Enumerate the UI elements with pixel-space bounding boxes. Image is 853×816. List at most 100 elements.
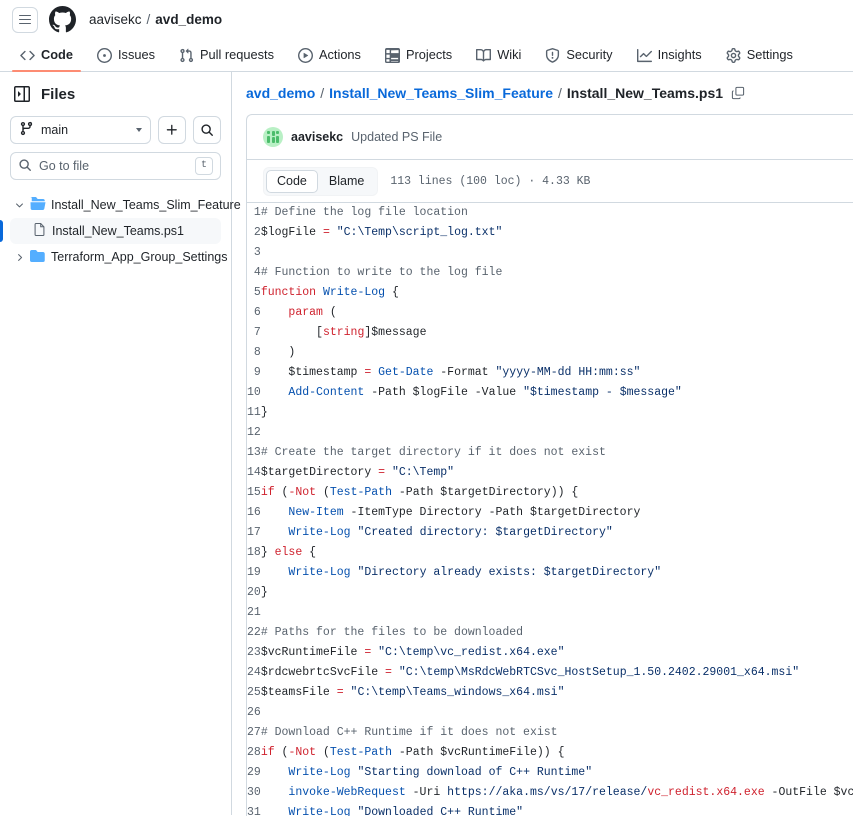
line-content[interactable]: } (261, 583, 853, 603)
line-content[interactable]: } else { (261, 543, 853, 563)
line-number[interactable]: 28 (247, 743, 261, 763)
line-number[interactable]: 29 (247, 763, 261, 783)
tab-actions[interactable]: Actions (290, 48, 369, 71)
line-number[interactable]: 10 (247, 383, 261, 403)
tab-code-view[interactable]: Code (266, 169, 318, 193)
line-number[interactable]: 23 (247, 643, 261, 663)
line-number[interactable]: 9 (247, 363, 261, 383)
line-content[interactable]: Add-Content -Path $logFile -Value "$time… (261, 383, 853, 403)
breadcrumb-folder[interactable]: Install_New_Teams_Slim_Feature (329, 85, 553, 101)
line-number[interactable]: 1 (247, 203, 261, 223)
tab-settings[interactable]: Settings (718, 48, 801, 71)
line-number[interactable]: 27 (247, 723, 261, 743)
code-token: = (322, 226, 337, 239)
line-content[interactable]: # Paths for the files to be downloaded (261, 623, 853, 643)
line-content[interactable]: New-Item -ItemType Directory -Path $targ… (261, 503, 853, 523)
chevron-right-icon[interactable] (14, 252, 25, 263)
tab-issues[interactable]: Issues (89, 48, 163, 71)
line-content[interactable]: # Define the log file location (261, 203, 853, 223)
commit-author[interactable]: aavisekc (291, 130, 343, 144)
tab-projects[interactable]: Projects (377, 48, 460, 71)
line-number[interactable]: 18 (247, 543, 261, 563)
line-number[interactable]: 3 (247, 243, 261, 263)
line-number[interactable]: 20 (247, 583, 261, 603)
line-content[interactable]: # Download C++ Runtime if it does not ex… (261, 723, 853, 743)
line-number[interactable]: 31 (247, 803, 261, 816)
hamburger-menu-icon[interactable] (12, 6, 38, 33)
line-content[interactable]: if (-Not (Test-Path -Path $targetDirecto… (261, 483, 853, 503)
line-content[interactable]: Write-Log "Directory already exists: $ta… (261, 563, 853, 583)
line-number[interactable]: 21 (247, 603, 261, 623)
tab-insights[interactable]: Insights (629, 48, 710, 71)
line-number[interactable]: 4 (247, 263, 261, 283)
line-number[interactable]: 14 (247, 463, 261, 483)
line-content[interactable]: if (-Not (Test-Path -Path $vcRuntimeFile… (261, 743, 853, 763)
go-to-file-input[interactable]: Go to file t (10, 152, 221, 180)
line-content[interactable] (261, 703, 853, 723)
line-number[interactable]: 12 (247, 423, 261, 443)
line-content[interactable]: $rdcwebrtcSvcFile = "C:\temp\MsRdcWebRTC… (261, 663, 853, 683)
line-content[interactable]: function Write-Log { (261, 283, 853, 303)
code-line: 25 $teamsFile = "C:\temp\Teams_windows_x6… (247, 683, 853, 703)
code-token: # Define the log file location (260, 206, 468, 219)
line-content[interactable] (261, 603, 853, 623)
add-file-button[interactable] (158, 116, 186, 144)
line-number[interactable]: 26 (247, 703, 261, 723)
github-mark-icon[interactable] (49, 6, 76, 33)
chevron-down-icon[interactable] (14, 200, 25, 211)
line-content[interactable]: invoke-WebRequest -Uri https://aka.ms/vs… (261, 783, 853, 803)
copy-path-icon[interactable] (731, 86, 745, 100)
tree-file-install-new-teams-ps1[interactable]: Install_New_Teams.ps1 (0, 218, 221, 244)
line-number[interactable]: 2 (247, 223, 261, 243)
sidebar-expand-icon[interactable] (12, 84, 32, 104)
commit-message[interactable]: Updated PS File (351, 130, 442, 144)
line-content[interactable]: param ( (261, 303, 853, 323)
line-content[interactable]: $vcRuntimeFile = "C:\temp\vc_redist.x64.… (261, 643, 853, 663)
tab-blame-view[interactable]: Blame (318, 170, 375, 193)
line-content[interactable]: $targetDirectory = "C:\Temp" (261, 463, 853, 483)
line-content[interactable]: } (261, 403, 853, 423)
breadcrumb-repo[interactable]: avd_demo (246, 85, 315, 101)
line-number[interactable]: 15 (247, 483, 261, 503)
search-repo-button[interactable] (193, 116, 221, 144)
line-content[interactable]: $teamsFile = "C:\temp\Teams_windows_x64.… (261, 683, 853, 703)
line-content[interactable]: [string]$message (261, 323, 853, 343)
tab-wiki[interactable]: Wiki (468, 48, 529, 71)
tree-folder-install-new-teams-slim-feature[interactable]: Install_New_Teams_Slim_Feature (10, 192, 241, 218)
line-number[interactable]: 30 (247, 783, 261, 803)
line-number[interactable]: 25 (247, 683, 261, 703)
graph-icon (636, 48, 652, 63)
line-number[interactable]: 8 (247, 343, 261, 363)
owner-link[interactable]: aavisekc (89, 12, 142, 27)
line-number[interactable]: 13 (247, 443, 261, 463)
tree-folder-terraform-app-group-settings[interactable]: Terraform_App_Group_Settings (10, 244, 227, 270)
line-number[interactable]: 19 (247, 563, 261, 583)
line-content[interactable]: # Create the target directory if it does… (261, 443, 853, 463)
line-content[interactable]: Write-Log "Starting download of C++ Runt… (261, 763, 853, 783)
line-content[interactable]: Write-Log "Downloaded C++ Runtime" (261, 803, 853, 816)
line-content[interactable]: ) (261, 343, 853, 363)
line-number[interactable]: 22 (247, 623, 261, 643)
line-number[interactable]: 6 (247, 303, 261, 323)
branch-selector[interactable]: main (10, 116, 151, 144)
tab-security[interactable]: Security (537, 48, 620, 71)
line-number[interactable]: 17 (247, 523, 261, 543)
line-content[interactable] (261, 243, 853, 263)
line-content[interactable]: # Function to write to the log file (261, 263, 853, 283)
line-content[interactable] (261, 423, 853, 443)
line-content[interactable]: $timestamp = Get-Date -Format "yyyy-MM-d… (261, 363, 853, 383)
line-content[interactable]: $logFile = "C:\Temp\script_log.txt" (261, 223, 853, 243)
line-number[interactable]: 16 (247, 503, 261, 523)
line-content[interactable]: Write-Log "Created directory: $targetDir… (261, 523, 853, 543)
line-number[interactable]: 7 (247, 323, 261, 343)
avatar[interactable] (263, 127, 283, 147)
line-number[interactable]: 5 (247, 283, 261, 303)
tab-code[interactable]: Code (12, 48, 81, 72)
line-number[interactable]: 11 (247, 403, 261, 423)
line-number[interactable]: 24 (247, 663, 261, 683)
repo-link[interactable]: avd_demo (155, 12, 222, 27)
tab-pull-requests[interactable]: Pull requests (171, 48, 282, 71)
code-viewer[interactable]: 1 # Define the log file location 2 $logFile… (247, 203, 853, 816)
